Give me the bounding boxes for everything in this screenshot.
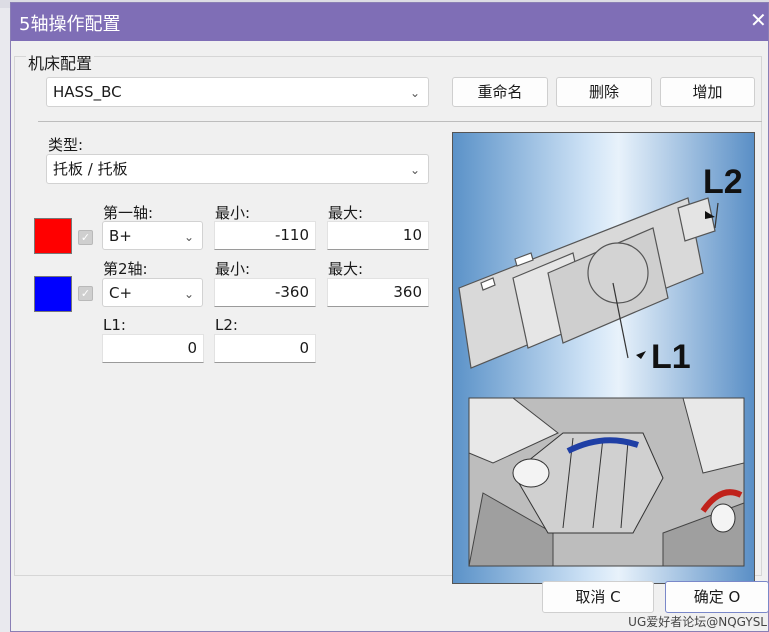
axis1-max-label: 最大: (328, 204, 364, 222)
check-icon: ✓ (80, 231, 91, 244)
separator (38, 121, 762, 122)
close-icon[interactable]: ✕ (750, 8, 768, 32)
window-title: 5轴操作配置 (19, 14, 121, 35)
axis1-color-swatch[interactable] (34, 218, 72, 254)
chevron-down-icon: ⌄ (183, 287, 194, 301)
axis2-max-label: 最大: (328, 260, 364, 278)
machine-select-value: HASS_BC (53, 83, 122, 101)
rotary-table-drawing (468, 397, 745, 567)
axis1-max-input[interactable]: 10 (327, 221, 429, 250)
chevron-down-icon: ⌄ (409, 163, 420, 177)
axis2-select-value: C+ (109, 284, 133, 302)
axis2-select[interactable]: C+ ⌄ (102, 278, 203, 307)
add-button[interactable]: 增加 (660, 77, 755, 107)
chevron-down-icon: ⌄ (183, 230, 194, 244)
type-select[interactable]: 托板 / 托板 ⌄ (46, 154, 429, 184)
axis1-select-value: B+ (109, 227, 132, 245)
axis1-min-label: 最小: (215, 204, 251, 222)
type-label: 类型: (48, 136, 84, 154)
axis2-min-label: 最小: (215, 260, 251, 278)
chevron-down-icon: ⌄ (409, 86, 420, 100)
l2-marker: L2 (703, 163, 743, 201)
type-select-value: 托板 / 托板 (53, 160, 128, 178)
axis1-checkbox[interactable]: ✓ (78, 230, 93, 245)
l1-marker: L1 (651, 338, 691, 376)
delete-button[interactable]: 删除 (556, 77, 652, 107)
axis2-color-swatch[interactable] (34, 276, 72, 312)
axis2-checkbox[interactable]: ✓ (78, 286, 93, 301)
l2-input[interactable]: 0 (214, 334, 316, 363)
machine-select[interactable]: HASS_BC ⌄ (46, 77, 429, 107)
l1-input[interactable]: 0 (102, 334, 204, 363)
ok-button[interactable]: 确定 O (665, 581, 769, 613)
axis2-label: 第2轴: (103, 260, 148, 278)
axis1-select[interactable]: B+ ⌄ (102, 221, 203, 250)
machine-config-legend: 机床配置 (26, 50, 95, 74)
axis2-min-input[interactable]: -360 (214, 278, 316, 307)
axis1-min-input[interactable]: -110 (214, 221, 316, 250)
rename-button[interactable]: 重命名 (452, 77, 548, 107)
l1-label: L1: (103, 316, 126, 334)
cancel-button[interactable]: 取消 C (542, 581, 654, 613)
machine-preview-image: L1 L2 (452, 132, 755, 584)
l1-arrow-icon (636, 351, 646, 359)
check-icon: ✓ (80, 287, 91, 300)
machine-illustration: L1 L2 (458, 163, 745, 567)
l2-label: L2: (215, 316, 238, 334)
title-bar: 5轴操作配置 ✕ (11, 3, 768, 41)
forum-watermark: UG爱好者论坛@NQGYSL (628, 615, 767, 629)
axis1-label: 第一轴: (103, 204, 154, 222)
axis2-max-input[interactable]: 360 (327, 278, 429, 307)
